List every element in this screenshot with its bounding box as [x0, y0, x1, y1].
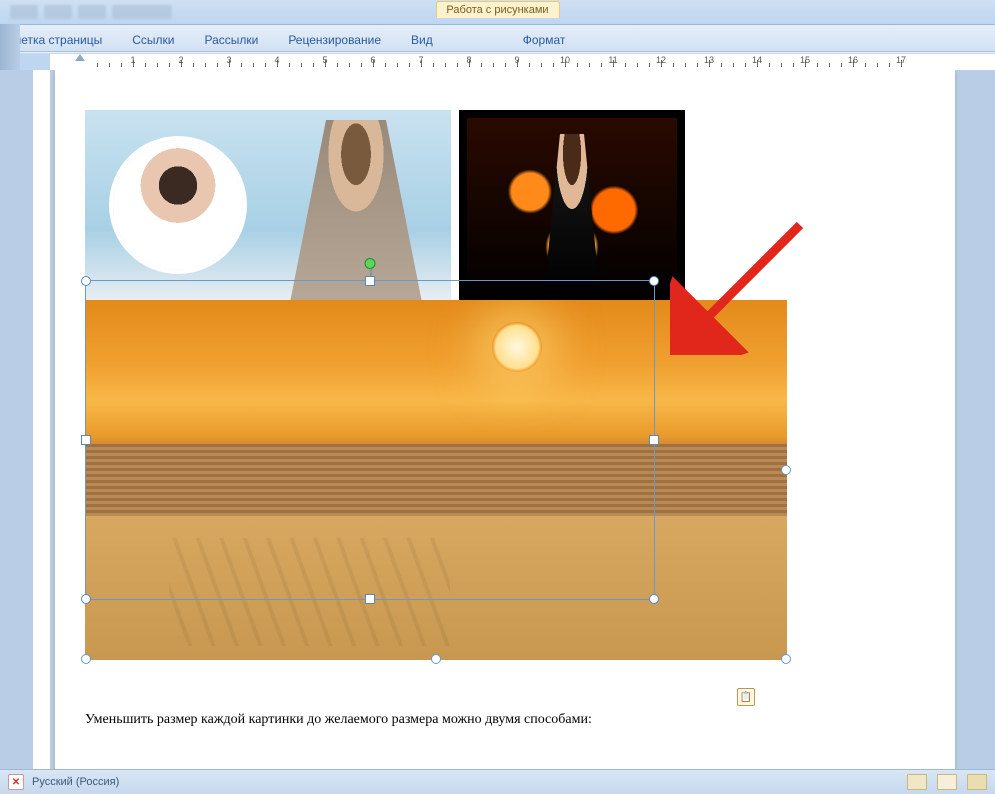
contextual-tab-label: Работа с рисунками [435, 1, 559, 18]
document-workspace: Уменьшить размер каждой картинки до жела… [0, 70, 995, 770]
resize-handle-bottom[interactable] [365, 594, 375, 604]
rotate-handle-icon[interactable] [365, 258, 376, 269]
indent-marker-icon[interactable] [75, 54, 85, 61]
tab-view[interactable]: Вид [396, 27, 448, 51]
body-paragraph[interactable]: Уменьшить размер каждой картинки до жела… [85, 712, 925, 728]
resize-handle-left[interactable] [81, 435, 91, 445]
vertical-ruler[interactable] [33, 70, 51, 770]
document-page[interactable]: Уменьшить размер каждой картинки до жела… [55, 70, 955, 770]
quick-access-toolbar[interactable] [0, 5, 172, 19]
resize-handle-top-right[interactable] [649, 276, 659, 286]
tab-references[interactable]: Ссылки [117, 27, 189, 51]
status-bar: ✕ Русский (Россия) [0, 769, 995, 794]
tab-mailings[interactable]: Рассылки [189, 27, 273, 51]
title-bar: Работа с рисунками [0, 0, 995, 25]
tab-page-layout[interactable]: метка страницы [8, 27, 117, 51]
view-full-screen-button[interactable] [937, 774, 957, 790]
resize-handle-bottom-left[interactable] [81, 594, 91, 604]
resize-handle-top[interactable] [365, 276, 375, 286]
word-app-window: Работа с рисунками метка страницы Ссылки… [0, 0, 995, 794]
tab-format[interactable]: Формат [508, 27, 581, 51]
language-indicator[interactable]: Русский (Россия) [32, 776, 119, 788]
paste-options-icon[interactable]: 📋 [737, 688, 755, 706]
resize-handle-bottom-right[interactable] [649, 594, 659, 604]
spellcheck-icon[interactable]: ✕ [8, 774, 24, 790]
ribbon-tabs: метка страницы Ссылки Рассылки Рецензиро… [0, 25, 995, 52]
crop-selection[interactable] [85, 280, 655, 600]
selected-image-wrapper [85, 300, 925, 660]
resize-handle-top-left[interactable] [81, 276, 91, 286]
resize-handle-right[interactable] [649, 435, 659, 445]
tab-review[interactable]: Рецензирование [273, 27, 396, 51]
view-print-layout-button[interactable] [907, 774, 927, 790]
view-web-layout-button[interactable] [967, 774, 987, 790]
